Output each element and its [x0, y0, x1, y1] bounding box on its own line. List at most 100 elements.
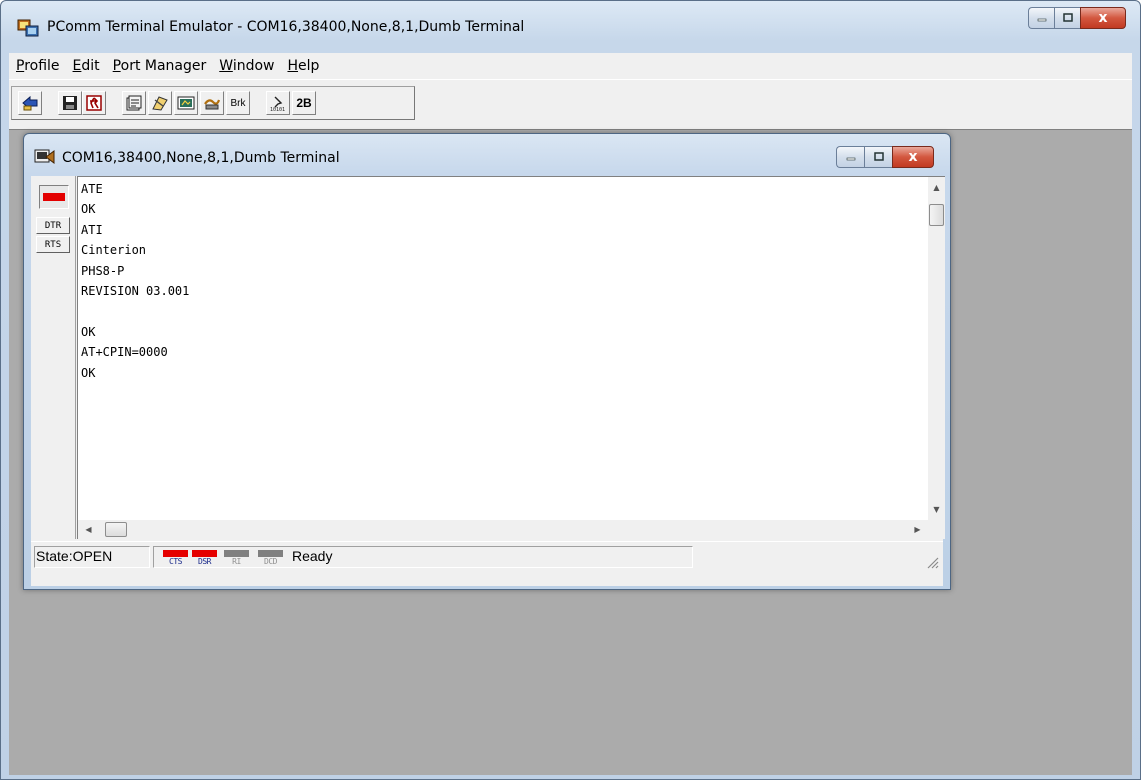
scroll-up-arrow-icon[interactable]: ▲: [928, 179, 945, 196]
toolbar: Brk 10101 2B: [9, 79, 1132, 127]
terminal-maximize-button[interactable]: [864, 146, 892, 168]
menu-mnemonic: P: [16, 58, 25, 74]
break-button[interactable]: Brk: [226, 91, 250, 115]
properties-button[interactable]: [122, 91, 146, 115]
dtr-button[interactable]: DTR: [36, 217, 70, 234]
capture-icon: [177, 96, 195, 110]
menu-label: elp: [298, 58, 320, 74]
mode-text: 2B: [296, 96, 312, 110]
close-icon: x: [1098, 10, 1108, 26]
menu-window[interactable]: Window: [219, 58, 274, 74]
menu-bar: Profile Edit Port Manager Window Help: [9, 53, 1132, 79]
connection-state: State:OPEN: [34, 546, 150, 568]
connect-button[interactable]: [200, 91, 224, 115]
app-title: PComm Terminal Emulator - COM16,38400,No…: [47, 19, 525, 35]
close-button[interactable]: x: [1080, 7, 1126, 29]
ri-lamp: [224, 550, 249, 557]
mode-button[interactable]: 2B: [292, 91, 316, 115]
resize-grip-icon[interactable]: [925, 555, 939, 569]
save-icon: [63, 96, 77, 110]
dcd-lamp: [258, 550, 283, 557]
horizontal-scroll-thumb[interactable]: [105, 522, 127, 537]
terminal-line: Cinterion: [81, 243, 147, 258]
dcd-led: DCD: [258, 550, 283, 567]
horizontal-scrollbar[interactable]: ◀ ▶: [77, 520, 928, 539]
scroll-left-arrow-icon[interactable]: ◀: [80, 520, 97, 539]
terminal-line: OK: [81, 202, 96, 217]
toolbar-group: Brk 10101 2B: [11, 86, 415, 120]
capture-button[interactable]: [174, 91, 198, 115]
save-button[interactable]: [58, 91, 82, 115]
terminal-caption-buttons: x: [836, 146, 934, 168]
open-button[interactable]: [18, 91, 42, 115]
scroll-corner: [928, 520, 945, 539]
menu-port-manager[interactable]: Port Manager: [113, 58, 207, 74]
svg-text:10101: 10101: [270, 107, 285, 112]
dsr-label: DSR: [198, 557, 211, 566]
minimize-icon: [1037, 18, 1046, 22]
connect-icon: [204, 99, 221, 110]
rts-button[interactable]: RTS: [36, 236, 70, 253]
vertical-scroll-thumb[interactable]: [929, 204, 944, 226]
transfer-button[interactable]: [148, 91, 172, 115]
minimize-button[interactable]: [1028, 7, 1054, 29]
scroll-down-arrow-icon[interactable]: ▼: [928, 501, 945, 518]
menu-profile[interactable]: Profile: [16, 58, 60, 74]
menu-mnemonic: H: [287, 58, 299, 74]
maximize-icon: [873, 152, 884, 161]
menu-help[interactable]: Help: [287, 58, 319, 74]
menu-mnemonic: P: [112, 58, 121, 74]
menu-edit[interactable]: Edit: [73, 58, 100, 74]
dcd-label: DCD: [264, 557, 277, 566]
terminal-window-body: DTR RTS ATE OK ATI Cinterion PHS8-P REVISION …: [31, 176, 945, 586]
binary-button[interactable]: 10101: [266, 91, 290, 115]
transfer-icon: [152, 96, 168, 111]
scroll-right-arrow-icon[interactable]: ▶: [909, 520, 926, 539]
app-client-area: Profile Edit Port Manager Window Help Br…: [9, 53, 1132, 775]
exit-icon: [86, 95, 102, 111]
menu-label: dit: [81, 58, 100, 74]
maximize-button[interactable]: [1054, 7, 1080, 29]
terminal-line: REVISION 03.001: [81, 283, 190, 298]
terminal-close-button[interactable]: x: [892, 146, 934, 168]
line-status-led[interactable]: [39, 185, 69, 209]
terminal-window-title: COM16,38400,None,8,1,Dumb Terminal: [62, 150, 340, 166]
app-titlebar[interactable]: PComm Terminal Emulator - COM16,38400,No…: [1, 1, 1140, 51]
terminal-line: OK: [81, 365, 96, 380]
terminal-minimize-button[interactable]: [836, 146, 864, 168]
terminal-line: AT+CPIN=0000: [81, 345, 168, 360]
menu-label: indow: [232, 58, 275, 74]
vertical-scrollbar[interactable]: ▲ ▼: [928, 176, 945, 520]
mdi-client-area: COM16,38400,None,8,1,Dumb Terminal x DTR…: [9, 129, 1132, 775]
binary-icon: 10101: [270, 96, 285, 112]
cts-lamp: [163, 550, 188, 557]
app-window: PComm Terminal Emulator - COM16,38400,No…: [0, 0, 1141, 780]
cts-label: CTS: [169, 557, 182, 566]
break-text: Brk: [230, 97, 246, 109]
pcomm-app-icon: [17, 19, 39, 37]
status-led-panel: CTS DSR RI DCD Ready: [153, 546, 693, 568]
minimize-icon: [846, 157, 855, 161]
line-control-panel: DTR RTS: [31, 176, 76, 539]
exit-button[interactable]: [82, 91, 106, 115]
ri-led: RI: [224, 550, 249, 567]
app-caption-buttons: x: [1028, 7, 1126, 29]
close-icon: x: [908, 149, 918, 165]
menu-label: rofile: [24, 58, 60, 74]
terminal-line: OK: [81, 324, 96, 339]
terminal-line: ATE: [81, 182, 103, 196]
terminal-line: PHS8-P: [81, 263, 125, 278]
status-message: Ready: [292, 548, 333, 564]
dsr-lamp: [192, 550, 217, 557]
cts-led: CTS: [163, 550, 188, 567]
ri-label: RI: [232, 557, 241, 566]
terminal-icon: [34, 149, 55, 164]
led-indicator: [43, 193, 65, 201]
terminal-window: COM16,38400,None,8,1,Dumb Terminal x DTR…: [23, 133, 951, 590]
menu-mnemonic: W: [219, 58, 233, 74]
terminal-line: ATI: [81, 222, 103, 237]
menu-label: ort Manager: [120, 58, 207, 74]
dsr-led: DSR: [192, 550, 217, 567]
open-icon: [22, 95, 38, 111]
terminal-output[interactable]: ATE OK ATI Cinterion PHS8-P REVISION 03.001 OK…: [77, 176, 928, 520]
